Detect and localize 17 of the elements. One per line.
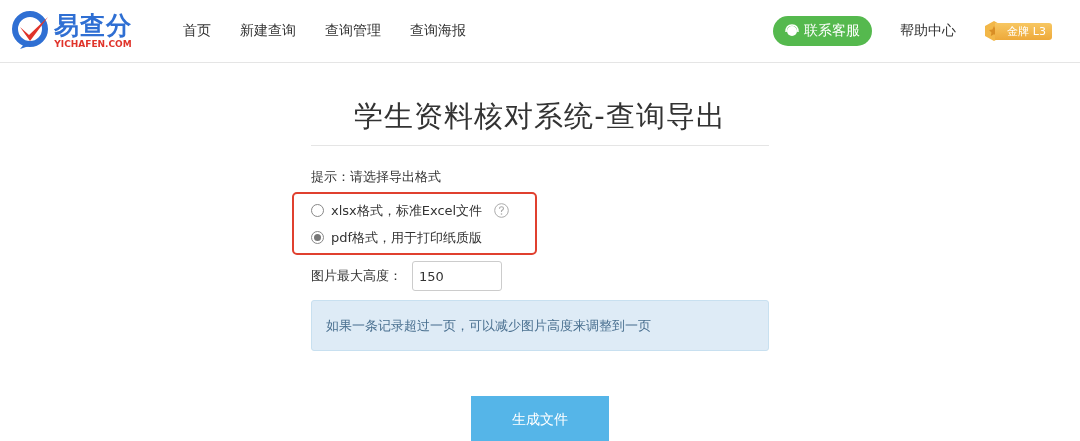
help-center-link[interactable]: 帮助中心 xyxy=(900,22,957,40)
nav-link[interactable]: 新建查询 xyxy=(240,22,296,40)
max-height-input[interactable]: 150 xyxy=(412,261,502,291)
level-badge: 金牌 L3 xyxy=(995,22,1052,40)
field-label: 图片最大高度： xyxy=(311,267,402,285)
headset-icon xyxy=(785,24,800,38)
nav-link[interactable]: 查询海报 xyxy=(410,22,466,40)
nav-link[interactable]: 首页 xyxy=(183,22,211,40)
option-label: xlsx格式，标准Excel文件 xyxy=(331,201,483,220)
nav-link[interactable]: 查询管理 xyxy=(325,22,381,40)
hint-text: 提示：请选择导出格式 xyxy=(311,168,442,186)
help-icon[interactable] xyxy=(494,203,510,218)
logo-text: 易查分 xyxy=(54,13,132,39)
page-title: 学生资料核对系统-查询导出 xyxy=(311,97,769,146)
notice-box: 如果一条记录超过一页，可以减少图片高度来调整到一页 xyxy=(311,300,769,351)
option-label: pdf格式，用于打印纸质版 xyxy=(331,228,483,247)
logo-domain: YICHAFEN.COM xyxy=(54,39,132,49)
